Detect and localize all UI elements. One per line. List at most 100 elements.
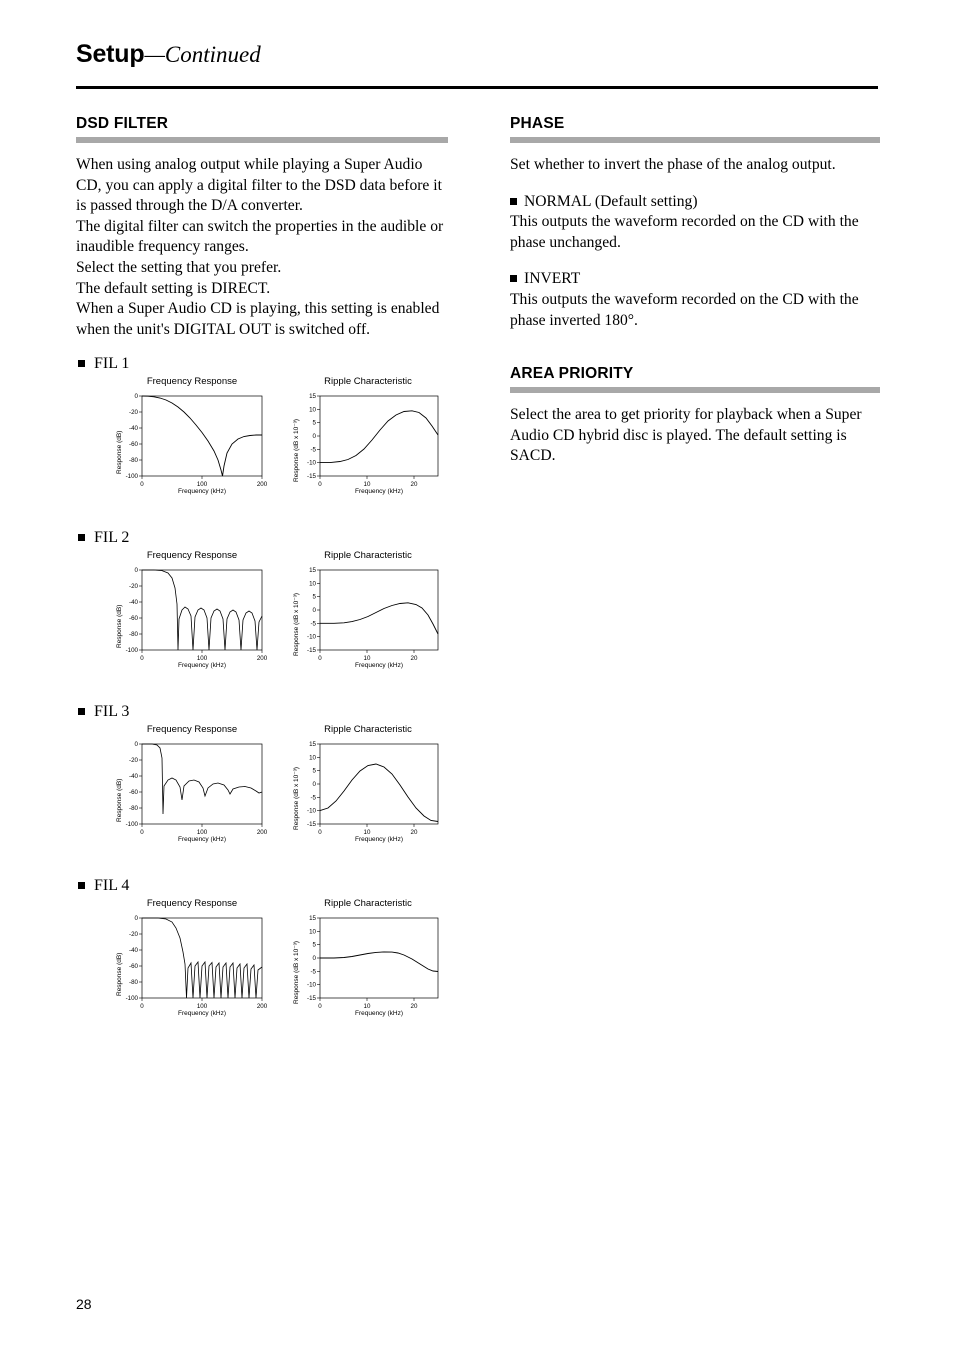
fil-3-graphs: Frequency Response 0 -20 -40 -60 -80 -10…: [76, 724, 448, 862]
section-title-dsd-filter: DSD FILTER: [76, 115, 169, 132]
page-header: Setup—Continued: [76, 40, 878, 69]
x-axis-label: Frequency (kHz): [354, 488, 404, 496]
svg-text:100: 100: [197, 829, 208, 836]
svg-text:0: 0: [318, 829, 322, 836]
page-number: 28: [76, 1296, 92, 1312]
svg-text:5: 5: [313, 942, 317, 949]
bullet-square-icon: [78, 882, 85, 890]
fil-2-text: FIL 2: [94, 529, 130, 547]
phase-invert-text: This outputs the waveform recorded on th…: [510, 290, 859, 329]
chart-fil2-freq: Frequency Response 0 -20 -40 -60 -80 -10…: [112, 550, 272, 682]
svg-text:100: 100: [197, 1003, 208, 1010]
chart-title: Frequency Response: [146, 550, 238, 562]
svg-text:-5: -5: [310, 447, 316, 454]
x-axis-label: Frequency (kHz): [354, 1010, 404, 1018]
x-axis-label: Frequency (kHz): [354, 836, 404, 844]
svg-text:-60: -60: [129, 615, 139, 622]
svg-text:10: 10: [309, 755, 316, 762]
chart-fil4-ripple: Ripple Characteristic 15 10 5 0 -5 -10 -…: [288, 898, 448, 1030]
svg-text:-100: -100: [126, 473, 139, 480]
chart-title: Ripple Characteristic: [324, 550, 412, 562]
header-divider: [76, 86, 878, 89]
chart-fil1-ripple: Ripple Characteristic 15 10 5 0 -5 -10 -…: [288, 376, 448, 508]
dsd-filter-paragraph: When using analog output while playing a…: [76, 156, 444, 338]
svg-text:15: 15: [309, 741, 316, 748]
chart-title: Frequency Response: [146, 898, 238, 910]
phase-intro: Set whether to invert the phase of the a…: [510, 156, 836, 173]
page-title-continued: —Continued: [144, 42, 261, 67]
svg-text:0: 0: [140, 655, 144, 662]
phase-invert-label: INVERT: [524, 270, 581, 288]
fil-3-label: FIL 3: [76, 702, 448, 722]
y-axis-label: Response (dB): [116, 430, 123, 475]
fil-1-graphs: Frequency Response 0 -20 -40 -60 -80 -10…: [76, 376, 448, 514]
section-rule-area-priority: [510, 387, 880, 394]
fil-2-graphs: Frequency Response 0 -20 -40 -60 -80 -10…: [76, 550, 448, 688]
svg-text:20: 20: [411, 1003, 418, 1010]
chart-title: Frequency Response: [146, 724, 238, 736]
svg-text:20: 20: [411, 655, 418, 662]
section-rule-dsd-filter: [76, 137, 448, 143]
section-title-area-priority: AREA PRIORITY: [510, 365, 634, 383]
fil-3-text: FIL 3: [94, 703, 130, 721]
fil-1-text: FIL 1: [94, 355, 130, 373]
y-axis-label: Response (dB): [116, 604, 123, 649]
x-axis-label: Frequency (kHz): [177, 836, 227, 844]
phase-item-invert: INVERT: [510, 269, 880, 290]
svg-text:100: 100: [197, 655, 208, 662]
chart-fil3-ripple: Ripple Characteristic 15 10 5 0 -5 -10 -…: [288, 724, 448, 856]
svg-text:-100: -100: [126, 995, 139, 1002]
svg-text:-10: -10: [307, 460, 317, 467]
phase-normal-label: NORMAL (Default setting): [524, 192, 698, 210]
section-rule-phase: [510, 137, 880, 143]
svg-text:10: 10: [309, 581, 316, 588]
svg-text:10: 10: [364, 1003, 371, 1010]
svg-text:20: 20: [411, 481, 418, 488]
svg-text:-5: -5: [310, 795, 316, 802]
section-title-phase: PHASE: [510, 115, 565, 132]
svg-text:15: 15: [309, 567, 316, 574]
y-axis-label: Response (dB x 10⁻³): [293, 767, 300, 831]
svg-text:-40: -40: [129, 425, 139, 432]
svg-text:200: 200: [257, 1003, 268, 1010]
svg-text:200: 200: [257, 655, 268, 662]
svg-text:-40: -40: [129, 947, 139, 954]
svg-text:-60: -60: [129, 789, 139, 796]
svg-text:-100: -100: [126, 821, 139, 828]
x-axis-label: Frequency (kHz): [177, 662, 227, 670]
chart-canvas: 15 10 5 0 -5 -10 -15 0 10 20: [307, 915, 439, 1010]
right-column: PHASE Set whether to invert the phase of…: [510, 115, 880, 467]
chart-canvas: 0 -20 -40 -60 -80 -100 0 100 200: [126, 393, 268, 488]
svg-text:-10: -10: [307, 634, 317, 641]
x-axis-label: Frequency (kHz): [354, 662, 404, 670]
bullet-square-icon: [78, 360, 85, 368]
chart-fil2-ripple: Ripple Characteristic 15 10 5 0 -5 -10 -…: [288, 550, 448, 682]
chart-title: Frequency Response: [146, 376, 238, 388]
svg-text:-60: -60: [129, 963, 139, 970]
svg-text:-40: -40: [129, 599, 139, 606]
svg-text:-20: -20: [129, 931, 139, 938]
svg-text:0: 0: [313, 607, 317, 614]
svg-text:-15: -15: [307, 473, 317, 480]
svg-text:-20: -20: [129, 409, 139, 416]
svg-text:0: 0: [140, 481, 144, 488]
chart-fil4-freq: Frequency Response 0 -20 -40 -60 -80 -10…: [112, 898, 272, 1030]
page-title: Setup: [76, 40, 145, 68]
phase-item-normal: NORMAL (Default setting): [510, 192, 880, 213]
chart-canvas: 15 10 5 0 -5 -10 -15 0 10 20: [307, 567, 439, 662]
svg-text:-80: -80: [129, 805, 139, 812]
left-column: DSD FILTER When using analog output whil…: [76, 115, 448, 1036]
y-axis-label: Response (dB x 10⁻³): [293, 593, 300, 657]
svg-text:-10: -10: [307, 982, 317, 989]
svg-text:-100: -100: [126, 647, 139, 654]
phase-normal-text: This outputs the waveform recorded on th…: [510, 213, 859, 251]
svg-text:0: 0: [140, 829, 144, 836]
bullet-square-icon: [78, 708, 85, 716]
svg-text:0: 0: [313, 433, 317, 440]
svg-text:-60: -60: [129, 441, 139, 448]
area-priority-paragraph: Select the area to get priority for play…: [510, 406, 862, 465]
chart-canvas: 0 -20 -40 -60 -80 -100 0 100 200: [126, 915, 268, 1010]
svg-text:-80: -80: [129, 457, 139, 464]
svg-text:5: 5: [313, 594, 317, 601]
svg-text:10: 10: [364, 655, 371, 662]
